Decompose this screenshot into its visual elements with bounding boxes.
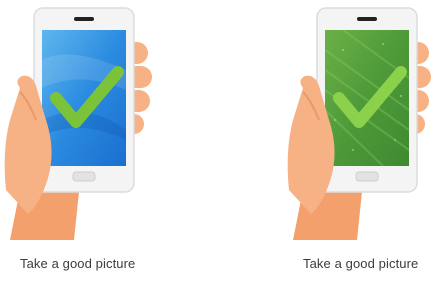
tip-caption-1: Take a good picture xyxy=(20,256,136,271)
phone-home-button xyxy=(72,171,96,182)
good-picture-illustration-2 xyxy=(283,0,431,240)
phone-home-button xyxy=(355,171,379,182)
tip-caption-2: Take a good picture xyxy=(303,256,419,271)
tips-illustration-area: Take a good picture Take a good picture xyxy=(0,0,431,302)
hand-holding-phone-illustration xyxy=(4,7,152,240)
good-picture-illustration-1 xyxy=(0,0,170,240)
phone-earpiece xyxy=(357,17,377,21)
phone-earpiece xyxy=(74,17,94,21)
hand-holding-phone-illustration xyxy=(287,7,431,240)
